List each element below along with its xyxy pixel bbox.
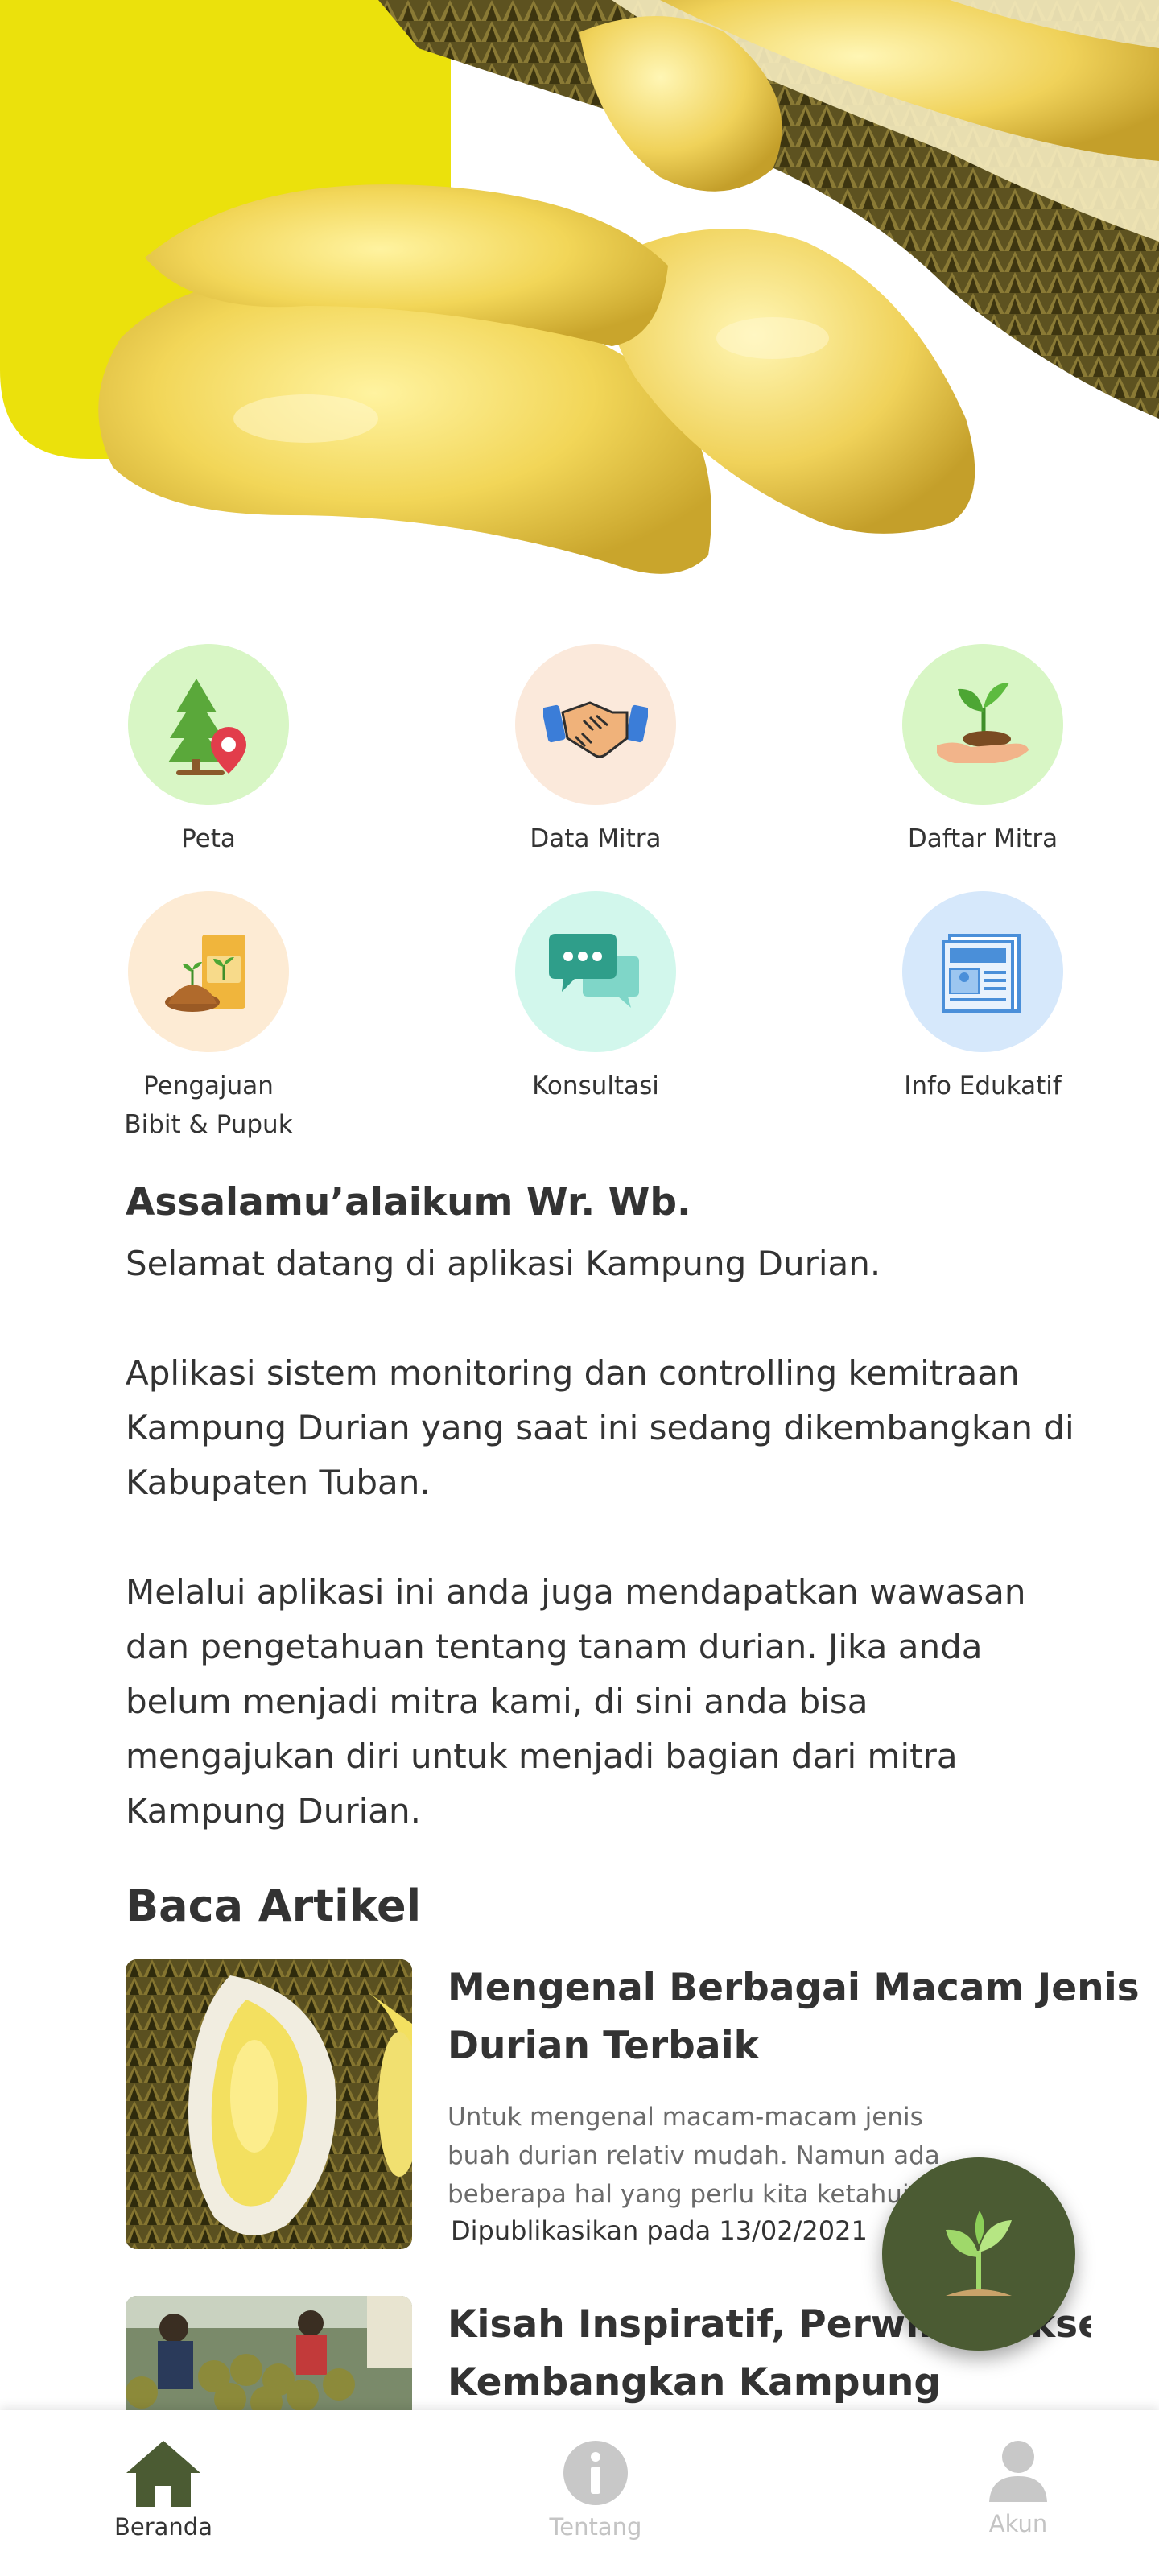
nav-item-beranda[interactable]: Beranda <box>83 2439 244 2541</box>
article-thumbnail <box>126 2296 412 2410</box>
nav-label: Beranda <box>114 2513 212 2541</box>
sprout-hand-icon <box>937 683 1029 763</box>
article-date: Dipublikasikan pada 13/02/2021 <box>451 2215 868 2246</box>
menu-item-pengajuan[interactable]: Pengajuan Bibit & Pupuk <box>72 891 345 1144</box>
nav-item-tentang[interactable]: Tentang <box>515 2439 676 2541</box>
menu-item-data-mitra[interactable]: Data Mitra <box>459 644 732 858</box>
info-paragraph: Melalui aplikasi ini anda juga mendapatk… <box>126 1572 1026 1831</box>
greeting-title: Assalamu’alaikum Wr. Wb. <box>126 1180 691 1224</box>
handshake-icon <box>543 701 648 758</box>
nav-item-akun[interactable]: Akun <box>938 2439 1099 2537</box>
sprout-icon <box>946 2211 1012 2296</box>
menu-label: Data Mitra <box>530 824 662 853</box>
menu-label: Daftar Mitra <box>907 824 1058 853</box>
menu-label: Peta <box>181 824 236 853</box>
article-thumbnail <box>126 1959 412 2249</box>
fertilizer-bag-icon <box>165 935 245 1012</box>
hero-durian-image <box>0 0 1159 596</box>
menu-item-peta[interactable]: Peta <box>72 644 345 858</box>
menu-circle <box>902 644 1063 805</box>
intro-paragraph: Aplikasi sistem monitoring dan controlli… <box>126 1353 1074 1502</box>
tree-map-pin-icon <box>168 679 246 775</box>
bottom-navigation: Beranda Tentang Akun <box>0 2410 1159 2576</box>
article-title: Mengenal Berbagai Macam Jenis Durian Ter… <box>448 1966 1140 2068</box>
menu-label: Pengajuan Bibit & Pupuk <box>72 1067 345 1144</box>
menu-label-line: Pengajuan <box>143 1071 274 1100</box>
menu-item-daftar-mitra[interactable]: Daftar Mitra <box>846 644 1120 858</box>
info-icon <box>563 2441 628 2505</box>
menu-circle <box>128 891 289 1052</box>
chat-bubbles-icon <box>549 934 639 1008</box>
user-icon <box>989 2441 1047 2502</box>
menu-circle <box>902 891 1063 1052</box>
menu-circle <box>128 644 289 805</box>
section-title: Baca Artikel <box>126 1880 422 1931</box>
menu-label: Konsultasi <box>532 1071 659 1100</box>
nav-label: Akun <box>988 2510 1048 2537</box>
menu-item-konsultasi[interactable]: Konsultasi <box>459 891 732 1105</box>
menu-item-info-edukatif[interactable]: Info Edukatif <box>846 891 1120 1105</box>
menu-label-line: Bibit & Pupuk <box>124 1110 293 1139</box>
home-icon <box>126 2441 200 2507</box>
greeting-line: Selamat datang di aplikasi Kampung Duria… <box>126 1244 881 1283</box>
nav-label: Tentang <box>549 2513 642 2541</box>
article-excerpt: Untuk mengenal macam-macam jenis buah du… <box>448 2103 941 2209</box>
sprout-fab-button[interactable] <box>882 2157 1075 2351</box>
newspaper-icon <box>942 934 1021 1013</box>
menu-label: Info Edukatif <box>904 1071 1062 1100</box>
menu-circle <box>515 891 676 1052</box>
menu-circle <box>515 644 676 805</box>
